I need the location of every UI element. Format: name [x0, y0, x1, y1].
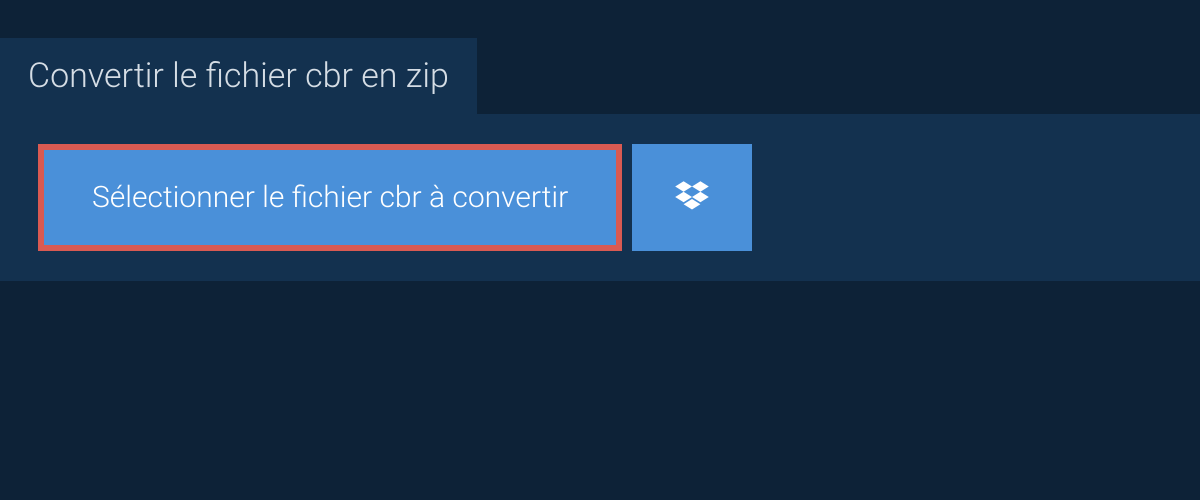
select-file-label: Sélectionner le fichier cbr à convertir [92, 180, 568, 215]
dropbox-button[interactable] [632, 144, 752, 251]
upload-panel: Sélectionner le fichier cbr à convertir [0, 114, 1200, 281]
tab-header: Convertir le fichier cbr en zip [0, 38, 477, 114]
select-file-button[interactable]: Sélectionner le fichier cbr à convertir [38, 144, 622, 251]
button-row: Sélectionner le fichier cbr à convertir [38, 144, 1162, 251]
dropbox-icon [671, 177, 713, 219]
page-title: Convertir le fichier cbr en zip [28, 56, 449, 96]
